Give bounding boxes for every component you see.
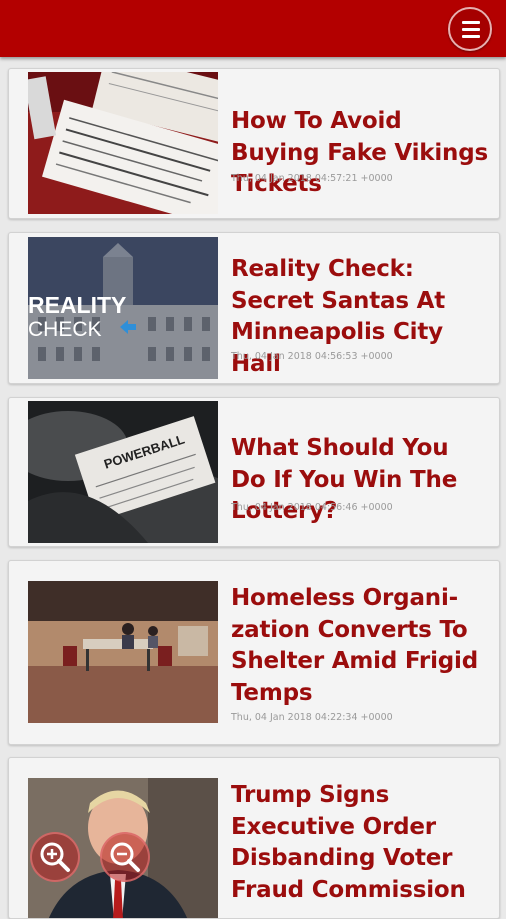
article-title[interactable]: What Should You Do If You Win The Lotter… <box>231 433 489 528</box>
shelter-room-photo[interactable] <box>28 581 218 723</box>
article-card[interactable]: REALITY CHECK Reality Check: Secret Sant… <box>8 232 500 384</box>
powerball-tickets-photo[interactable]: POWERBALL <box>28 401 218 543</box>
vikings-tickets-photo[interactable] <box>28 72 218 214</box>
article-card[interactable]: POWERBALL What Should You Do If You Win … <box>8 397 500 547</box>
article-title[interactable]: Homeless Organi-zation Converts To Shelt… <box>231 583 489 709</box>
article-title[interactable]: How To Avoid Buying Fake Vikings Tickets <box>231 106 489 201</box>
app-header <box>0 0 506 57</box>
svg-text:CHECK: CHECK <box>28 318 102 341</box>
article-title[interactable]: Trump Signs Executive Order Disbanding V… <box>231 780 489 906</box>
article-date: Thu, 04 Jan 2018 04:22:34 +0000 <box>231 712 393 723</box>
article-card[interactable]: Trump Signs Executive Order Disbanding V… <box>8 757 500 919</box>
article-date: Thu, 04 Jan 2018 04:56:46 +0000 <box>231 502 393 513</box>
article-card[interactable]: Homeless Organi-zation Converts To Shelt… <box>8 560 500 745</box>
zoom-out-icon[interactable] <box>100 832 150 882</box>
svg-text:REALITY: REALITY <box>28 292 126 318</box>
article-date: Thu, 04 Jan 2018 04:57:21 +0000 <box>231 173 393 184</box>
hamburger-menu-icon[interactable] <box>448 7 492 51</box>
reality-check-city-hall-photo[interactable]: REALITY CHECK <box>28 237 218 379</box>
article-card[interactable]: How To Avoid Buying Fake Vikings Tickets… <box>8 68 500 219</box>
article-date: Thu, 04 Jan 2018 04:56:53 +0000 <box>231 351 393 362</box>
zoom-in-icon[interactable] <box>30 832 80 882</box>
